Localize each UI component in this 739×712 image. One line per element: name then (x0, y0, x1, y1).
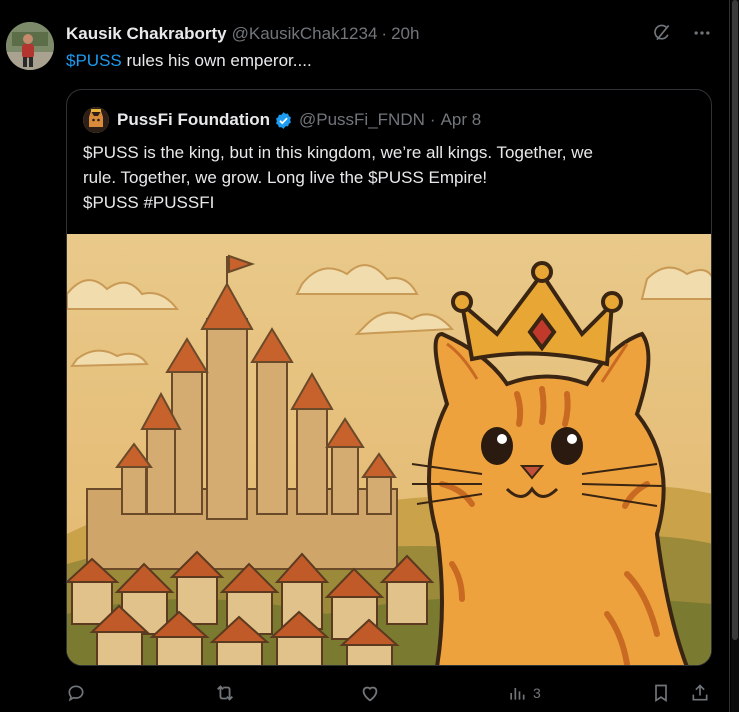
scrollbar-thumb[interactable] (732, 0, 738, 640)
quote-line: $PUSS #PUSSFI (83, 193, 215, 212)
quote-date[interactable]: Apr 8 (441, 110, 482, 130)
retweet-button[interactable] (214, 680, 242, 706)
quote-line: $PUSS is the king, but in this kingdom, … (83, 143, 593, 162)
quote-header: PussFi Foundation @PussFi_FNDN · Apr 8 (83, 107, 481, 133)
tweet-text-body: rules his own emperor.... (121, 51, 312, 70)
quote-separator: · (429, 110, 436, 129)
views-count: 3 (533, 685, 541, 701)
bookmark-button[interactable] (651, 680, 671, 706)
author-avatar[interactable] (6, 22, 54, 70)
quote-author-handle[interactable]: @PussFi_FNDN (299, 110, 425, 130)
retweet-icon (217, 685, 233, 701)
author-name[interactable]: Kausik Chakraborty (66, 24, 227, 44)
cat-king-illustration[interactable] (67, 234, 711, 665)
tweet-header: Kausik Chakraborty @KausikChak1234 · 20h (66, 22, 419, 46)
scrollbar[interactable] (731, 0, 739, 712)
quote-line: rule. Together, we grow. Long live the $… (83, 168, 488, 187)
heart-icon (362, 686, 378, 702)
tweet-text: $PUSS rules his own emperor.... (66, 50, 312, 72)
cashtag-link[interactable]: $PUSS (66, 51, 122, 70)
reply-icon (68, 685, 84, 702)
tweet-actions: 3 (66, 680, 716, 706)
more-icon[interactable] (691, 22, 713, 44)
verified-badge-icon (274, 111, 293, 130)
share-button[interactable] (690, 680, 710, 706)
quote-text: $PUSS is the king, but in this kingdom, … (83, 140, 693, 215)
quote-author-name[interactable]: PussFi Foundation (117, 110, 270, 130)
like-button[interactable] (359, 680, 387, 706)
views-button[interactable]: 3 (507, 680, 541, 706)
views-icon (510, 688, 525, 700)
grok-icon[interactable] (651, 22, 673, 44)
quote-avatar[interactable] (83, 107, 109, 133)
reply-button[interactable] (66, 680, 92, 706)
author-handle[interactable]: @KausikChak1234 (232, 24, 378, 44)
share-icon (692, 684, 708, 701)
tweet-top-actions (651, 22, 713, 44)
bookmark-icon (655, 684, 667, 703)
tweet-time[interactable]: 20h (391, 24, 419, 44)
separator: · (381, 24, 388, 43)
quoted-tweet[interactable]: PussFi Foundation @PussFi_FNDN · Apr 8 $… (66, 89, 712, 666)
